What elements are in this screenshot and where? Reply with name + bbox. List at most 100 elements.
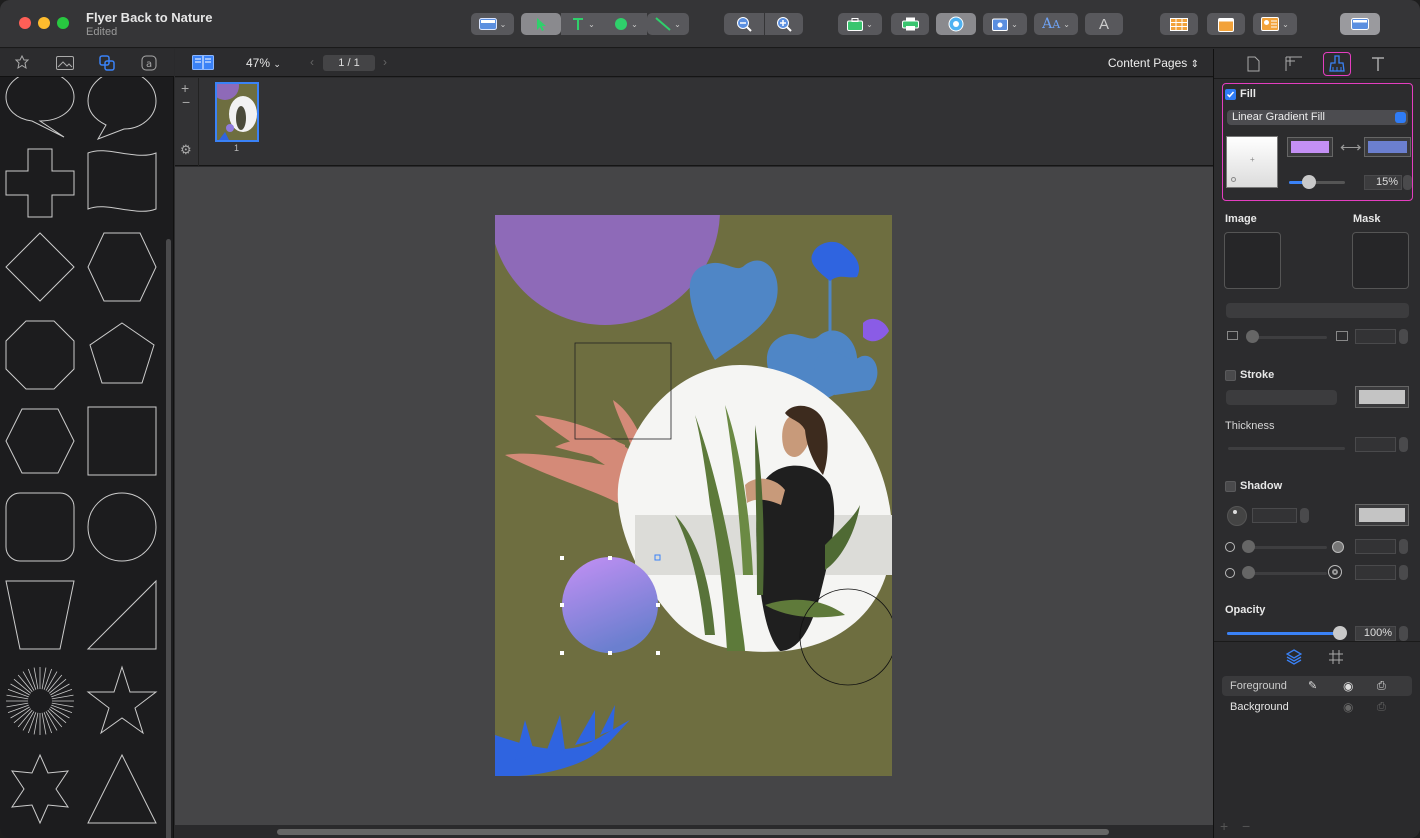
eye-icon[interactable]: ◉ (1343, 697, 1353, 717)
fill-type-select[interactable]: Linear Gradient Fill (1227, 110, 1408, 125)
remove-page-icon[interactable]: − (182, 94, 190, 110)
thickness-field[interactable] (1355, 437, 1396, 452)
shadow-blur-knob[interactable] (1242, 566, 1255, 579)
zoom-level[interactable]: 47% ⌄ (246, 56, 281, 70)
zoom-out-button[interactable] (724, 13, 764, 35)
page-set-selector[interactable]: Content Pages ⇕ (1108, 56, 1199, 70)
next-page-icon[interactable]: › (383, 55, 387, 69)
pencil-icon[interactable]: ✎ (1308, 676, 1317, 696)
close-window-button[interactable] (19, 17, 31, 29)
scrollbar-thumb[interactable] (277, 829, 1109, 835)
layer-row-background[interactable]: Background ◉ ⎙ (1222, 697, 1412, 717)
gradient-start-color-well[interactable] (1287, 137, 1333, 157)
typography-button[interactable]: AA ⌄ (1034, 13, 1078, 35)
image-scale-knob[interactable] (1246, 330, 1259, 343)
hexagon-shape[interactable] (4, 405, 76, 477)
shadow-color-well[interactable] (1355, 504, 1409, 526)
tab-text[interactable] (1364, 52, 1392, 76)
library-scrollbar[interactable] (166, 239, 171, 838)
grid-icon[interactable] (1328, 649, 1344, 665)
circle-shape[interactable] (86, 491, 158, 563)
zoom-in-button[interactable] (765, 13, 803, 35)
tab-layout[interactable] (1280, 52, 1308, 76)
page-view-icon[interactable] (192, 55, 214, 70)
shadow-angle-field[interactable] (1252, 508, 1297, 523)
triangle-shape[interactable] (86, 753, 158, 825)
gradient-percent-field[interactable]: 15% (1364, 175, 1402, 190)
shadow-distance-field[interactable] (1355, 539, 1396, 554)
shadow-angle-stepper[interactable] (1300, 508, 1309, 523)
insert-button[interactable]: ⌄ (838, 13, 882, 35)
gradient-end-color-well[interactable] (1364, 137, 1411, 157)
image-scale-slider[interactable] (1249, 336, 1327, 339)
six-point-star-shape[interactable] (4, 753, 76, 825)
pentagon-shape[interactable] (86, 319, 158, 391)
starburst-shape[interactable] (4, 665, 76, 737)
swap-arrows-icon[interactable]: ⟷ (1340, 138, 1362, 156)
line-tool-button[interactable]: ⌄ (647, 13, 689, 35)
tab-style[interactable] (1323, 52, 1351, 76)
remove-layer-icon[interactable]: − (1242, 818, 1250, 834)
shadow-distance-stepper[interactable] (1399, 539, 1408, 554)
horizontal-scrollbar[interactable] (175, 825, 1213, 838)
previous-page-icon[interactable]: ‹ (310, 55, 314, 69)
tab-clipart[interactable] (13, 54, 31, 72)
text-format-button[interactable]: A (1085, 13, 1123, 35)
contacts-button[interactable]: ⌄ (1253, 13, 1297, 35)
hexagon-vertical-shape[interactable] (86, 231, 158, 303)
tab-shapes[interactable] (98, 54, 116, 72)
diamond-shape[interactable] (4, 231, 76, 303)
view-mode-button[interactable]: ⌄ (471, 13, 514, 35)
tab-images[interactable] (56, 54, 74, 72)
add-layer-icon[interactable]: + (1220, 818, 1228, 834)
square-shape[interactable] (86, 405, 158, 477)
rounded-bubble-shape[interactable] (86, 77, 158, 141)
shadow-blur-stepper[interactable] (1399, 565, 1408, 580)
text-tool-button[interactable]: ⌄ (561, 13, 605, 35)
wave-flag-shape[interactable] (86, 147, 158, 219)
cross-shape[interactable] (4, 147, 76, 219)
octagon-shape[interactable] (4, 319, 76, 391)
image-well[interactable] (1224, 232, 1281, 289)
shadow-blur-slider[interactable] (1247, 572, 1327, 575)
stroke-color-well[interactable] (1355, 386, 1409, 408)
shadow-blur-field[interactable] (1355, 565, 1396, 580)
trapezoid-shape[interactable] (4, 579, 76, 651)
canvas-area[interactable] (175, 167, 1213, 825)
gradient-center-handle[interactable]: + (1250, 155, 1255, 164)
layers-icon[interactable] (1286, 649, 1302, 665)
eye-icon[interactable]: ◉ (1343, 676, 1353, 696)
star-shape[interactable] (86, 665, 158, 737)
print-button[interactable] (891, 13, 929, 35)
printer-icon[interactable]: ⎙ (1377, 697, 1386, 717)
tab-document[interactable] (1239, 52, 1267, 76)
inspector-toggle-button[interactable] (1340, 13, 1380, 35)
tab-text-styles[interactable]: a (140, 54, 158, 72)
gradient-preview[interactable]: + (1226, 136, 1278, 188)
page-thumbnail[interactable] (215, 82, 259, 142)
printer-icon[interactable]: ⎙ (1377, 676, 1386, 696)
stroke-style-select[interactable] (1226, 390, 1337, 405)
gear-icon[interactable]: ⚙ (180, 142, 192, 158)
thickness-stepper[interactable] (1399, 437, 1408, 452)
document-page[interactable] (495, 215, 892, 776)
shadow-angle-dial[interactable] (1227, 506, 1247, 526)
image-scale-field[interactable] (1355, 329, 1396, 344)
preview-button[interactable] (936, 13, 976, 35)
layer-row-foreground[interactable]: Foreground ✎ ◉ ⎙ (1222, 676, 1412, 696)
select-tool-button[interactable] (521, 13, 561, 35)
opacity-slider-knob[interactable] (1333, 626, 1347, 640)
page-number-field[interactable]: 1 / 1 (323, 55, 375, 71)
shadow-checkbox[interactable] (1225, 481, 1236, 492)
calendar-button[interactable] (1207, 13, 1245, 35)
image-scale-stepper[interactable] (1399, 329, 1408, 344)
shape-tool-button[interactable]: ⌄ (605, 13, 647, 35)
fill-checkbox[interactable] (1225, 89, 1236, 100)
media-button[interactable]: ⌄ (983, 13, 1027, 35)
image-fit-select[interactable] (1226, 303, 1409, 318)
stroke-checkbox[interactable] (1225, 370, 1236, 381)
zoom-window-button[interactable] (57, 17, 69, 29)
speech-bubble-shape[interactable] (4, 77, 76, 141)
minimize-window-button[interactable] (38, 17, 50, 29)
mask-well[interactable] (1352, 232, 1409, 289)
